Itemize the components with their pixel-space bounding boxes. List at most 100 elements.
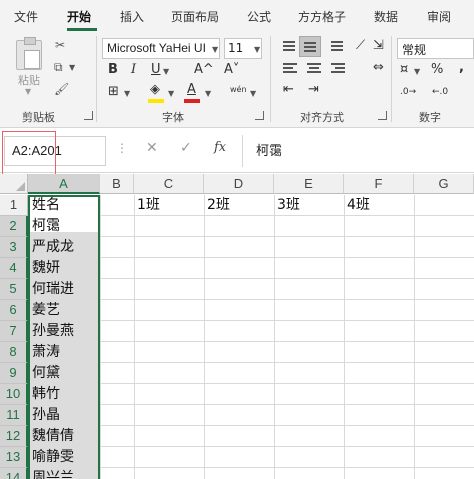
accounting-dropdown-icon[interactable]: ▼ (414, 67, 420, 76)
increase-decimal-icon[interactable]: .0→ (400, 84, 416, 100)
cell-f1[interactable]: 4班 (347, 195, 370, 215)
comma-style-button[interactable]: , (459, 60, 464, 76)
column-header-a[interactable]: A (28, 174, 100, 194)
decrease-indent-icon[interactable]: ⇤ (283, 82, 294, 98)
tab-home-underline (67, 28, 97, 31)
row-header[interactable]: 6 (0, 300, 28, 321)
name-cell[interactable]: 何瑞进 (32, 279, 74, 299)
row-header[interactable]: 7 (0, 321, 28, 342)
accounting-format-icon[interactable]: ¤ (400, 62, 408, 78)
column-header-f[interactable]: F (344, 174, 414, 194)
row-header[interactable]: 1 (0, 195, 28, 216)
tab-file[interactable]: 文件 (14, 8, 38, 25)
row-header[interactable]: 10 (0, 384, 28, 405)
group-divider (391, 36, 392, 122)
phonetic-guide-icon[interactable]: wén (230, 82, 247, 98)
row-header[interactable]: 14 (0, 468, 28, 479)
tab-review[interactable]: 审阅 (427, 8, 451, 25)
paste-icon[interactable] (16, 37, 42, 70)
column-header-b[interactable]: B (100, 174, 134, 194)
name-cell[interactable]: 何黛 (32, 363, 60, 383)
grow-font-button[interactable]: A^ (194, 62, 214, 78)
chevron-down-icon[interactable]: ▼ (254, 45, 260, 54)
row-header[interactable]: 4 (0, 258, 28, 279)
row-header[interactable]: 8 (0, 342, 28, 363)
font-launcher-icon[interactable] (255, 111, 264, 120)
decrease-decimal-icon[interactable]: ←.0 (432, 84, 448, 100)
row-header[interactable]: 3 (0, 237, 28, 258)
row-header[interactable]: 9 (0, 363, 28, 384)
formula-bar-grip-icon[interactable]: ⋮ (116, 141, 128, 155)
copy-dropdown-icon[interactable]: ▼ (69, 63, 75, 72)
tab-home[interactable]: 开始 (67, 8, 91, 25)
enter-icon[interactable]: ✓ (180, 140, 192, 156)
format-painter-icon[interactable]: 🖌 (54, 82, 69, 96)
column-header-c[interactable]: C (134, 174, 204, 194)
chevron-down-icon[interactable]: ▼ (212, 45, 218, 54)
borders-icon[interactable]: ⊞ (108, 84, 119, 100)
name-cell[interactable]: 喻静雯 (32, 447, 74, 467)
alignment-launcher-icon[interactable] (378, 111, 387, 120)
column-header-g[interactable]: G (414, 174, 474, 194)
font-color-icon[interactable]: A (187, 82, 196, 98)
clipboard-launcher-icon[interactable] (84, 111, 93, 120)
underline-button[interactable]: U (151, 62, 161, 78)
orientation-icon[interactable]: ⟋ (356, 38, 365, 54)
fill-color-dropdown-icon[interactable]: ▼ (168, 89, 174, 98)
align-middle-button[interactable] (299, 36, 321, 57)
name-cell[interactable]: 孙晶 (32, 405, 60, 425)
gridline (204, 195, 205, 479)
underline-dropdown-icon[interactable]: ▼ (163, 67, 169, 76)
name-cell[interactable]: 韩竹 (32, 384, 60, 404)
tab-insert[interactable]: 插入 (120, 8, 144, 25)
italic-button[interactable]: I (131, 62, 136, 78)
insert-function-icon[interactable]: fx (214, 140, 226, 155)
row-header[interactable]: 11 (0, 405, 28, 426)
cell-e1[interactable]: 3班 (277, 195, 300, 215)
name-cell[interactable]: 柯霭 (32, 216, 60, 236)
paste-dropdown-icon[interactable]: ▼ (25, 87, 31, 96)
row-header[interactable]: 2 (0, 216, 28, 237)
cut-icon[interactable]: ✂ (55, 38, 65, 52)
name-cell[interactable]: 魏妍 (32, 258, 60, 278)
group-divider (96, 36, 97, 122)
bold-button[interactable]: B (108, 62, 118, 78)
row-header[interactable]: 13 (0, 447, 28, 468)
tab-formulas[interactable]: 公式 (247, 8, 271, 25)
select-all-button[interactable] (0, 174, 28, 194)
wrap-text-icon[interactable]: ⇲ (373, 38, 384, 54)
tab-page-layout[interactable]: 页面布局 (171, 8, 219, 25)
paste-button-label[interactable]: 粘贴 (18, 72, 40, 88)
row-header[interactable]: 5 (0, 279, 28, 300)
cell-a1[interactable]: 姓名 (32, 195, 60, 215)
font-name-select[interactable]: Microsoft YaHei UI (102, 38, 220, 59)
shrink-font-button[interactable]: A˅ (224, 62, 239, 78)
increase-indent-icon[interactable]: ⇥ (308, 82, 319, 98)
cell-d1[interactable]: 2班 (207, 195, 230, 215)
font-color-dropdown-icon[interactable]: ▼ (205, 89, 211, 98)
gridline (414, 195, 415, 479)
name-cell[interactable]: 孙曼燕 (32, 321, 74, 341)
row-header[interactable]: 12 (0, 426, 28, 447)
phonetic-dropdown-icon[interactable]: ▼ (250, 89, 256, 98)
gridline (134, 195, 135, 479)
cell-c1[interactable]: 1班 (137, 195, 160, 215)
copy-icon[interactable]: ⧉ (54, 60, 63, 74)
column-header-d[interactable]: D (204, 174, 274, 194)
formula-input[interactable]: 柯霭 (256, 140, 282, 159)
name-cell[interactable]: 周兴兰 (32, 468, 74, 479)
number-format-select[interactable]: 常规 (397, 38, 474, 59)
font-group-label: 字体 (162, 111, 184, 124)
merge-center-icon[interactable]: ⇔ (373, 60, 384, 76)
tab-data[interactable]: 数据 (374, 8, 398, 25)
name-cell[interactable]: 萧涛 (32, 342, 60, 362)
tab-fangfang[interactable]: 方方格子 (298, 8, 346, 25)
column-header-e[interactable]: E (274, 174, 344, 194)
percent-button[interactable]: % (431, 62, 443, 78)
borders-dropdown-icon[interactable]: ▼ (124, 89, 130, 98)
name-cell[interactable]: 魏倩倩 (32, 426, 74, 446)
cancel-icon[interactable]: ✕ (146, 140, 158, 156)
name-cell[interactable]: 严成龙 (32, 237, 74, 257)
name-cell[interactable]: 姜艺 (32, 300, 60, 320)
fill-color-icon[interactable]: ◈ (150, 82, 160, 98)
